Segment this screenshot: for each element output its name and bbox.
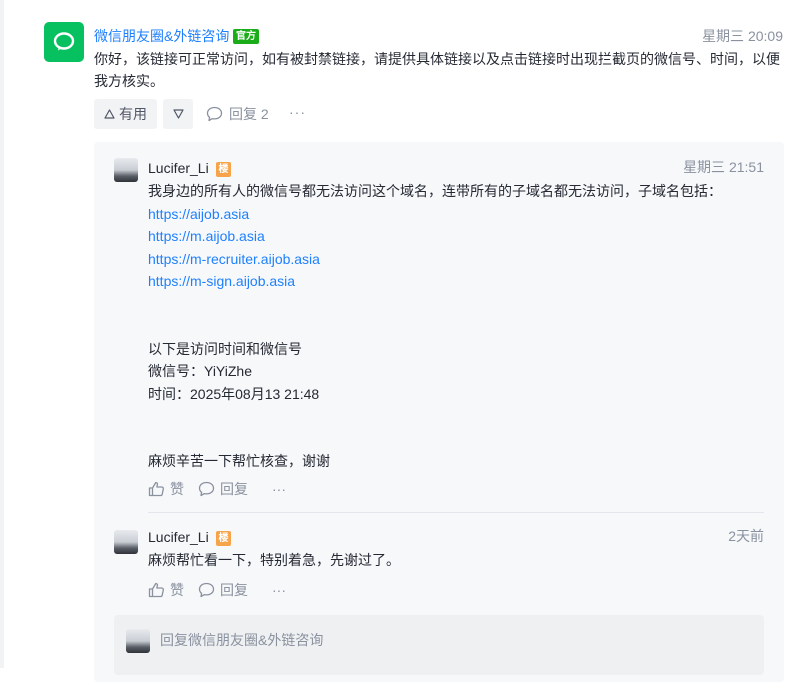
reply1-blank-line [148, 293, 722, 316]
main-reply-label: 回复 2 [229, 106, 269, 122]
official-badge: 官方 [233, 29, 259, 44]
reply2-op-badge: 楼 [216, 531, 231, 546]
reply1-like-button[interactable]: 赞 [148, 479, 184, 499]
reply2-line: 麻烦帮忙看一下，特别着急，先谢过了。 [148, 552, 400, 568]
reply1-actions: 赞 回复 ··· [148, 479, 300, 499]
main-comment-text: 你好，该链接可正常访问，如有被封禁链接，请提供具体链接以及点击链接时出现拦截页的… [94, 51, 780, 89]
reply1-author-name[interactable]: Lucifer_Li [148, 158, 209, 178]
reply-divider [148, 512, 764, 513]
thumbs-up-icon [148, 582, 164, 598]
reply2-time: 2天前 [728, 528, 764, 544]
not-useful-button[interactable] [163, 99, 193, 129]
main-reply-button[interactable]: 回复 2 [206, 104, 269, 124]
thumbs-up-icon [148, 481, 164, 497]
reply1-line: 时间：2025年08月13 21:48 [148, 385, 320, 402]
reply2-avatar[interactable] [114, 530, 138, 554]
main-author-name[interactable]: 微信朋友圈&外链咨询 [94, 26, 229, 46]
reply1-link[interactable]: https://m-recruiter.aijob.asia [148, 248, 722, 271]
reply1-content: 我身边的所有人的微信号都无法访问这个域名，连带所有的子域名都无法访问，子域名包括… [148, 180, 722, 473]
reply1-more-button[interactable]: ··· [272, 481, 286, 497]
comment-icon [206, 106, 223, 122]
reply1-link[interactable]: https://m-sign.aijob.asia [148, 270, 722, 293]
reply1-blank-line [148, 405, 722, 428]
useful-button[interactable]: 有用 [94, 99, 157, 129]
reply1-link[interactable]: https://m.aijob.asia [148, 225, 722, 248]
reply1-blank-line [148, 428, 722, 451]
replies-panel: Lucifer_Li 楼 星期三 21:51 我身边的所有人的微信号都无法访问这… [94, 142, 784, 682]
reply1-reply-button[interactable]: 回复 [198, 479, 248, 499]
left-rail [0, 0, 4, 668]
reply1-line: 以下是访问时间和微信号 [148, 340, 302, 357]
comment-icon [198, 582, 215, 598]
wechat-chat-icon [53, 32, 75, 51]
reply1-op-badge: 楼 [216, 162, 231, 177]
reply1-like-label: 赞 [170, 481, 184, 497]
current-user-avatar [126, 629, 150, 653]
reply1-blank-line [148, 315, 722, 338]
reply1-line: 我身边的所有人的微信号都无法访问这个域名，连带所有的子域名都无法访问，子域名包括… [148, 183, 722, 199]
reply2-actions: 赞 回复 ··· [148, 580, 300, 600]
reply1-line: 麻烦辛苦一下帮忙核查，谢谢 [148, 453, 330, 469]
reply2-like-label: 赞 [170, 582, 184, 598]
useful-label: 有用 [119, 106, 147, 122]
triangle-down-icon [172, 109, 184, 119]
reply2-author-name[interactable]: Lucifer_Li [148, 527, 209, 547]
official-avatar[interactable] [44, 22, 84, 62]
triangle-up-icon [104, 109, 115, 119]
main-more-button[interactable]: ··· [289, 104, 306, 120]
reply1-reply-label: 回复 [220, 481, 248, 497]
reply2-reply-label: 回复 [220, 582, 248, 598]
reply1-link[interactable]: https://aijob.asia [148, 203, 722, 226]
reply2-more-button[interactable]: ··· [272, 582, 286, 598]
reply2-reply-button[interactable]: 回复 [198, 580, 248, 600]
reply-box[interactable] [114, 615, 764, 675]
reply2-content: 麻烦帮忙看一下，特别着急，先谢过了。 [148, 549, 400, 572]
reply1-avatar[interactable] [114, 158, 138, 182]
reply1-line: 微信号：YiYiZhe [148, 363, 252, 379]
comment-icon [198, 481, 215, 497]
reply-input[interactable] [158, 627, 742, 653]
main-comment-time: 星期三 20:09 [702, 28, 783, 44]
reply2-like-button[interactable]: 赞 [148, 580, 184, 600]
reply1-time: 星期三 21:51 [683, 159, 764, 175]
